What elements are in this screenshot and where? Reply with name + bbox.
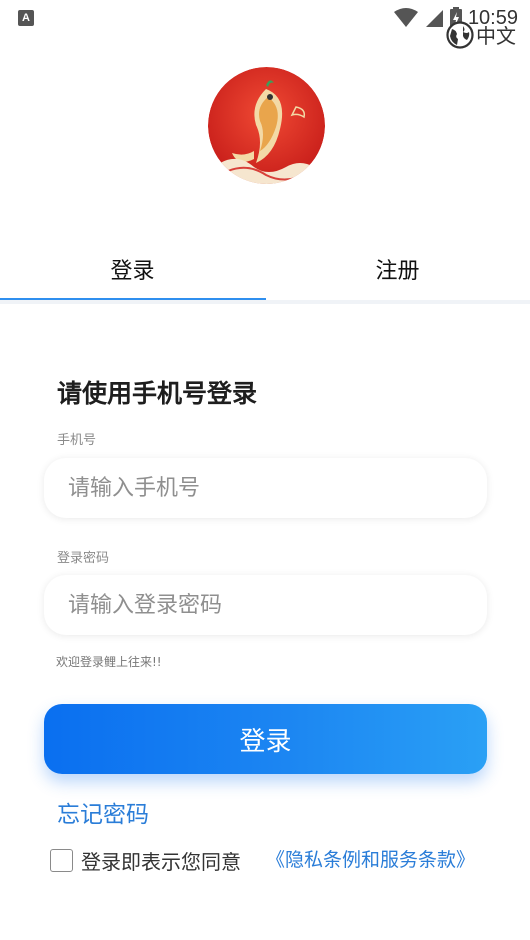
form-title: 请使用手机号登录 bbox=[57, 379, 258, 408]
password-input[interactable] bbox=[44, 575, 468, 635]
login-button[interactable]: 登录 bbox=[44, 704, 487, 774]
forgot-password-link[interactable]: 忘记密码 bbox=[57, 795, 149, 829]
auth-tabs: 登录 注册 bbox=[0, 244, 530, 302]
phone-input[interactable] bbox=[44, 458, 468, 518]
language-switch[interactable]: 中文 bbox=[446, 20, 516, 49]
cellular-signal-icon bbox=[425, 10, 443, 27]
app-logo bbox=[208, 67, 325, 184]
koi-fish-logo-icon bbox=[208, 67, 325, 184]
agree-checkbox[interactable] bbox=[50, 848, 73, 872]
phone-label: 手机号 bbox=[57, 433, 97, 448]
agreement-row: 登录即表示您同意 bbox=[50, 845, 241, 875]
wifi-icon bbox=[393, 8, 418, 27]
tab-register[interactable]: 注册 bbox=[265, 244, 530, 300]
agree-text: 登录即表示您同意 bbox=[81, 849, 241, 874]
welcome-text: 欢迎登录鲤上往来!! bbox=[56, 655, 162, 669]
globe-icon bbox=[446, 20, 474, 49]
password-label: 登录密码 bbox=[57, 551, 110, 566]
privacy-terms-link[interactable]: 《隐私条例和服务条款》 bbox=[266, 845, 475, 872]
tabs-divider bbox=[0, 300, 530, 304]
password-input-container bbox=[44, 575, 487, 635]
app-notification-icon: A bbox=[18, 10, 34, 26]
phone-input-container bbox=[44, 458, 487, 518]
tab-login[interactable]: 登录 bbox=[0, 244, 265, 300]
language-label: 中文 bbox=[476, 24, 516, 48]
